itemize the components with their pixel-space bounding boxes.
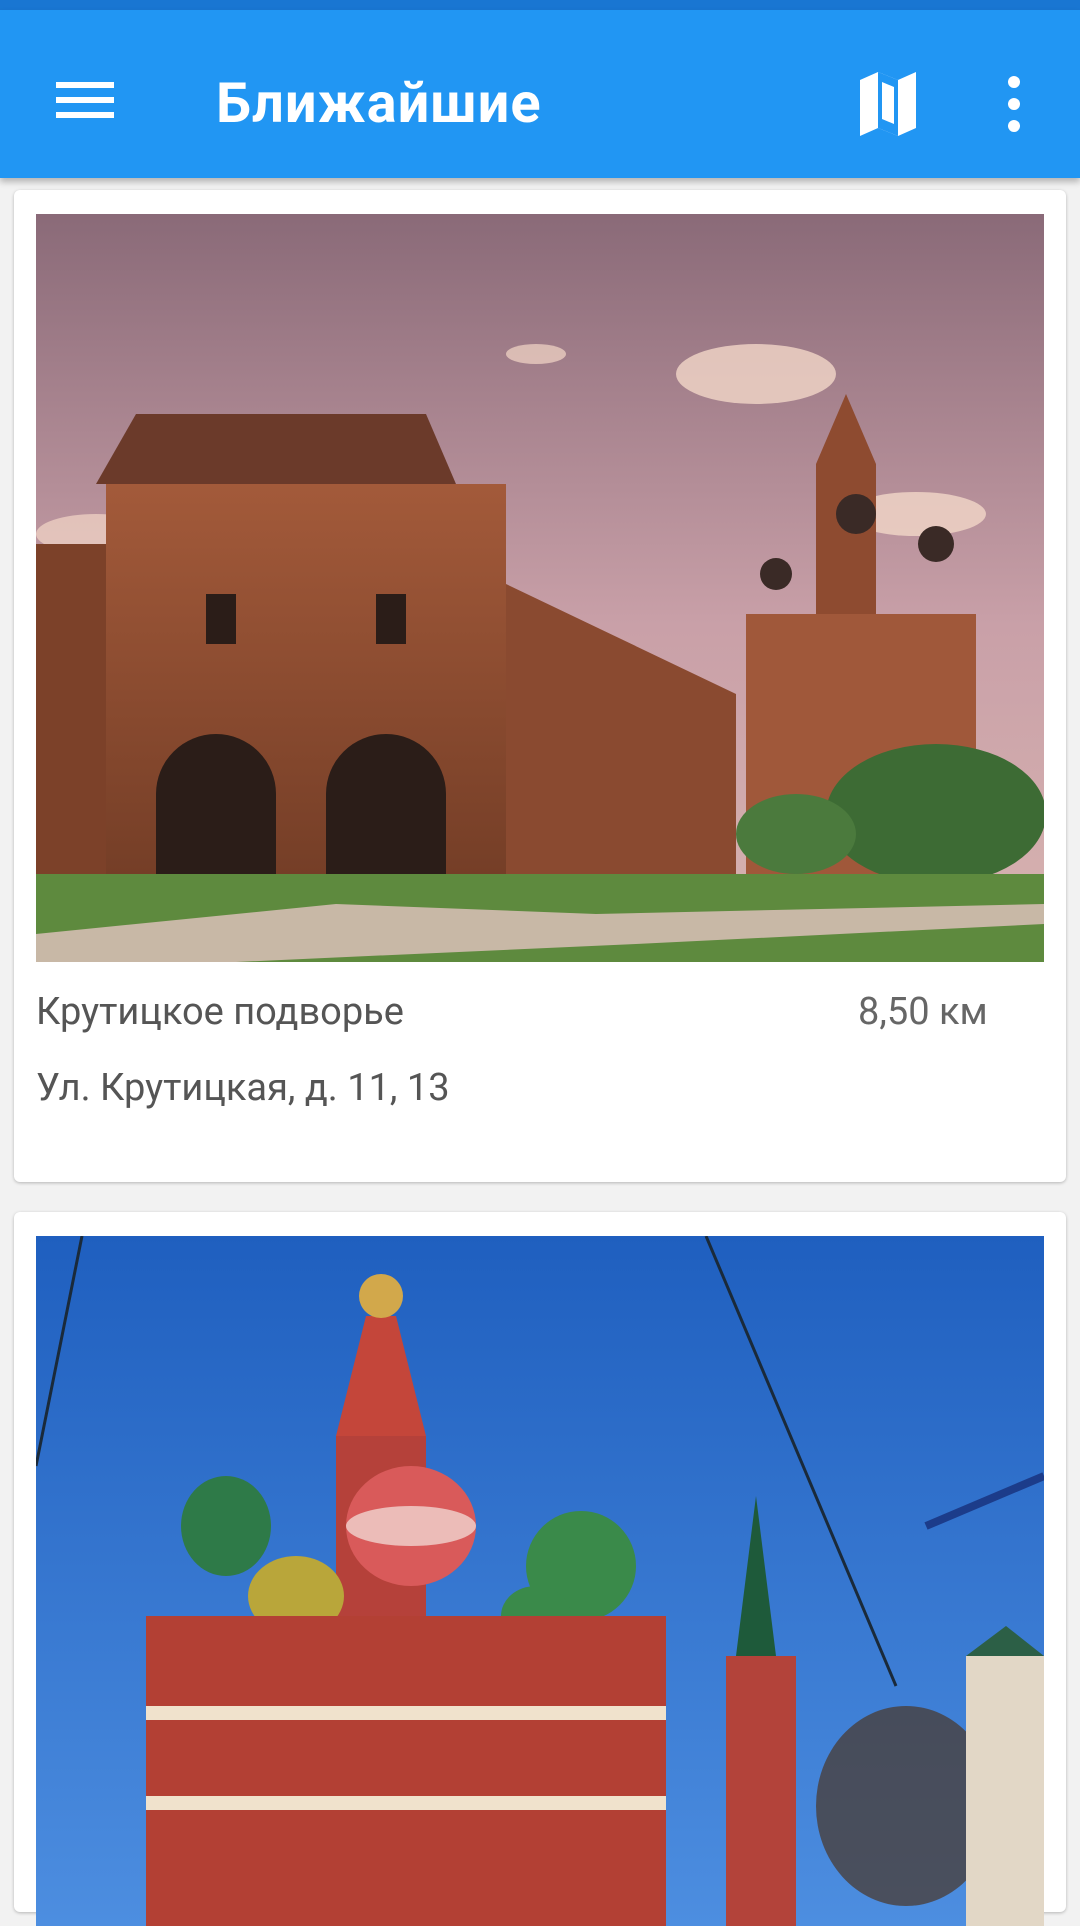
map-button[interactable] xyxy=(852,62,924,146)
place-photo xyxy=(36,1236,1044,1926)
hamburger-menu-icon xyxy=(56,82,114,118)
place-card[interactable]: Крутицкое подворье 8,50 км Ул. Крутицкая… xyxy=(14,190,1066,1182)
place-distance: 8,50 км xyxy=(858,990,988,1034)
place-photo xyxy=(36,214,1044,962)
place-name: Крутицкое подворье xyxy=(36,990,404,1034)
hamburger-menu-button[interactable] xyxy=(40,58,124,142)
map-icon xyxy=(860,72,916,136)
app-bar: Ближайшие xyxy=(0,10,1080,178)
page-title: Ближайшие xyxy=(216,70,542,136)
more-vert-icon xyxy=(1008,76,1020,132)
more-options-button[interactable] xyxy=(984,62,1044,146)
status-bar xyxy=(0,0,1080,10)
place-card[interactable] xyxy=(14,1212,1066,1926)
place-address: Ул. Крутицкая, д. 11, 13 xyxy=(36,1066,450,1110)
